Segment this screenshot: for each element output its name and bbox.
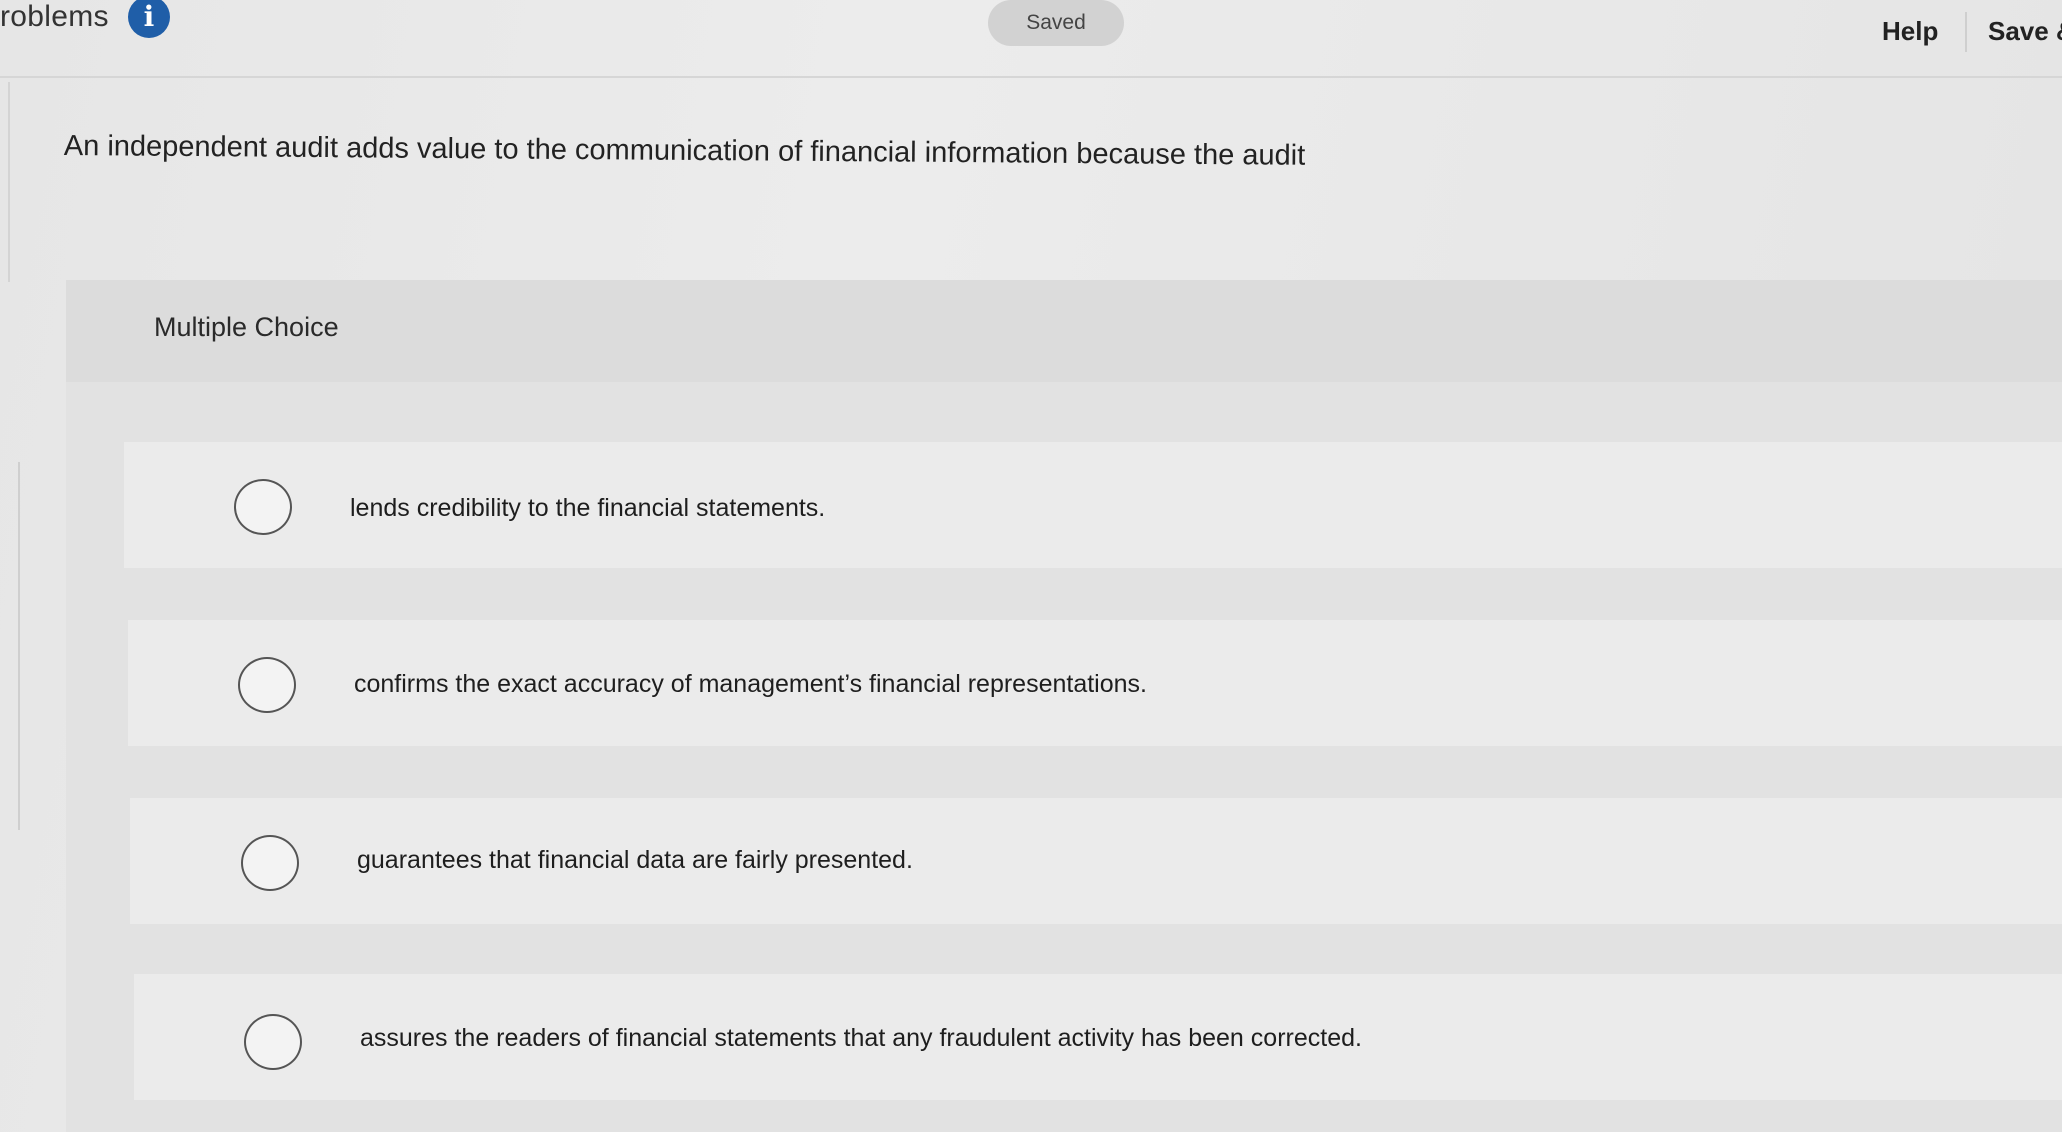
app-title: roblems — [0, 0, 109, 33]
radio-button-3[interactable] — [241, 835, 299, 891]
radio-button-4[interactable] — [244, 1014, 302, 1070]
saved-status-badge: Saved — [988, 0, 1124, 46]
left-panel-edge — [0, 82, 10, 282]
help-button[interactable]: Help — [1882, 16, 1938, 47]
multiple-choice-header: Multiple Choice — [66, 280, 2062, 382]
radio-button-1[interactable] — [234, 479, 292, 535]
question-text: An independent audit adds value to the c… — [63, 130, 1306, 172]
answer-option-2[interactable]: confirms the exact accuracy of managemen… — [128, 620, 2062, 746]
top-bar: roblems i Saved Help Save & — [0, 0, 2062, 78]
multiple-choice-label: Multiple Choice — [154, 312, 339, 342]
answer-option-text: confirms the exact accuracy of managemen… — [354, 670, 1147, 698]
info-icon[interactable]: i — [128, 0, 170, 38]
save-and-exit-button[interactable]: Save & — [1988, 16, 2062, 47]
answer-option-1[interactable]: lends credibility to the financial state… — [124, 442, 2062, 568]
answer-option-text: lends credibility to the financial state… — [350, 494, 826, 522]
answer-option-text: guarantees that financial data are fairl… — [357, 846, 913, 874]
multiple-choice-panel: Multiple Choice lends credibility to the… — [66, 280, 2062, 1132]
radio-button-2[interactable] — [238, 657, 296, 713]
page: roblems i Saved Help Save & An independe… — [0, 0, 2062, 1132]
answer-option-text: assures the readers of financial stateme… — [360, 1024, 1362, 1052]
header-divider — [1965, 12, 1967, 52]
left-panel-edge-lower — [0, 462, 20, 830]
answer-option-3[interactable]: guarantees that financial data are fairl… — [130, 798, 2062, 924]
answer-option-4[interactable]: assures the readers of financial stateme… — [134, 974, 2062, 1100]
